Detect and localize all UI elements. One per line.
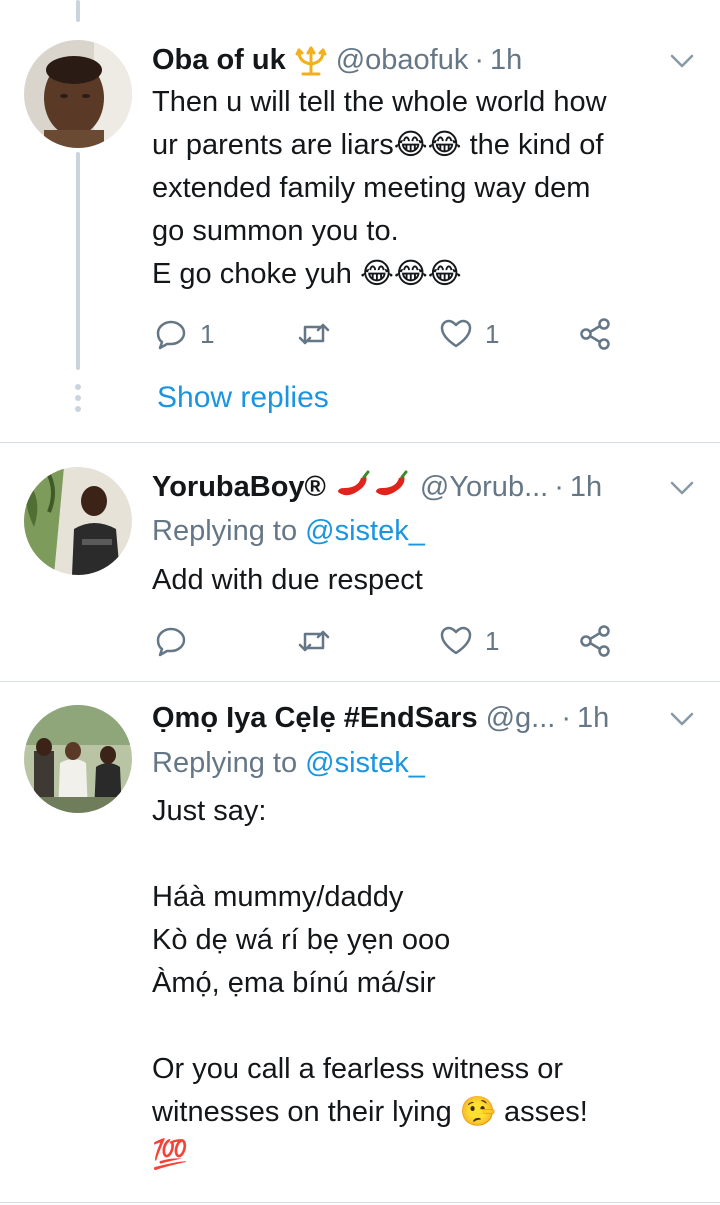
mention-link[interactable]: @sistek_ bbox=[305, 515, 425, 547]
display-name[interactable]: Oba of uk bbox=[152, 40, 286, 80]
like-count: 1 bbox=[485, 625, 500, 656]
share-icon bbox=[578, 317, 612, 351]
tweet-text: Just say: Háà mummy/daddy Kò dẹ wá rí bẹ… bbox=[152, 795, 588, 1171]
timestamp[interactable]: 1h bbox=[490, 40, 522, 80]
user-handle[interactable]: @g... bbox=[486, 698, 556, 738]
replying-to-label: Replying to bbox=[152, 747, 306, 779]
show-replies-link[interactable]: Show replies bbox=[157, 378, 329, 418]
display-name[interactable]: YorubaBoy® bbox=[152, 467, 326, 507]
share-icon bbox=[578, 624, 612, 658]
divider bbox=[0, 1202, 720, 1203]
like-button[interactable]: 1 bbox=[439, 619, 499, 663]
avatar[interactable] bbox=[24, 40, 132, 148]
tweet-omo-iya-cele[interactable]: Ọmọ Iya Cẹlẹ #EndSars @g... · 1h Replyin… bbox=[0, 682, 720, 1202]
user-handle[interactable]: @obaofuk bbox=[336, 40, 469, 80]
like-count: 1 bbox=[485, 318, 500, 349]
tweet-text: Then u will tell the whole world how ur … bbox=[152, 86, 607, 290]
reply-button[interactable] bbox=[154, 619, 200, 663]
tweet-actions: 1 1 bbox=[152, 312, 622, 356]
reply-icon bbox=[154, 317, 188, 351]
display-name[interactable]: Ọmọ Iya Cẹlẹ #EndSars bbox=[152, 698, 478, 738]
replying-to: Replying to @sistek_ bbox=[152, 741, 425, 785]
trident-icon bbox=[294, 44, 328, 76]
retweet-button[interactable] bbox=[297, 619, 343, 663]
chevron-down-icon[interactable] bbox=[668, 704, 696, 732]
chevron-down-icon[interactable] bbox=[668, 46, 696, 74]
avatar[interactable] bbox=[24, 467, 132, 575]
tweet-text: Add with due respect bbox=[152, 564, 423, 596]
replying-to: Replying to @sistek_ bbox=[152, 509, 425, 553]
replying-to-label: Replying to bbox=[152, 515, 306, 547]
reply-button[interactable]: 1 bbox=[154, 312, 214, 356]
chili-pepper-icon bbox=[334, 470, 412, 504]
like-button[interactable]: 1 bbox=[439, 312, 499, 356]
like-icon bbox=[439, 317, 473, 351]
tweet-obaofuk[interactable]: Oba of uk @obaofuk · 1h Then u will tell… bbox=[0, 0, 720, 442]
avatar[interactable] bbox=[24, 705, 132, 813]
share-button[interactable] bbox=[578, 312, 612, 356]
timestamp[interactable]: 1h bbox=[577, 698, 609, 738]
separator: · bbox=[554, 471, 564, 503]
user-handle[interactable]: @Yorub... bbox=[420, 467, 548, 507]
retweet-button[interactable] bbox=[297, 312, 343, 356]
separator: · bbox=[474, 44, 485, 76]
tweet-header: Ọmọ Iya Cẹlẹ #EndSars @g... · 1h bbox=[152, 698, 696, 738]
timestamp[interactable]: 1h bbox=[570, 467, 602, 507]
mention-link[interactable]: @sistek_ bbox=[305, 747, 425, 779]
separator: · bbox=[561, 702, 572, 734]
tweet-header: YorubaBoy® @Yorub... · 1h bbox=[152, 467, 696, 507]
reply-count: 1 bbox=[200, 318, 215, 349]
retweet-icon bbox=[297, 317, 331, 351]
tweet-yorubaboy[interactable]: YorubaBoy® @Yorub... · 1h Replying to @s… bbox=[0, 443, 720, 681]
share-button[interactable] bbox=[578, 619, 612, 663]
like-icon bbox=[439, 624, 473, 658]
tweet-header: Oba of uk @obaofuk · 1h bbox=[152, 40, 696, 80]
tweet-actions: 1 bbox=[152, 619, 622, 663]
retweet-icon bbox=[297, 624, 331, 658]
reply-icon bbox=[154, 624, 188, 658]
chevron-down-icon[interactable] bbox=[668, 473, 696, 501]
